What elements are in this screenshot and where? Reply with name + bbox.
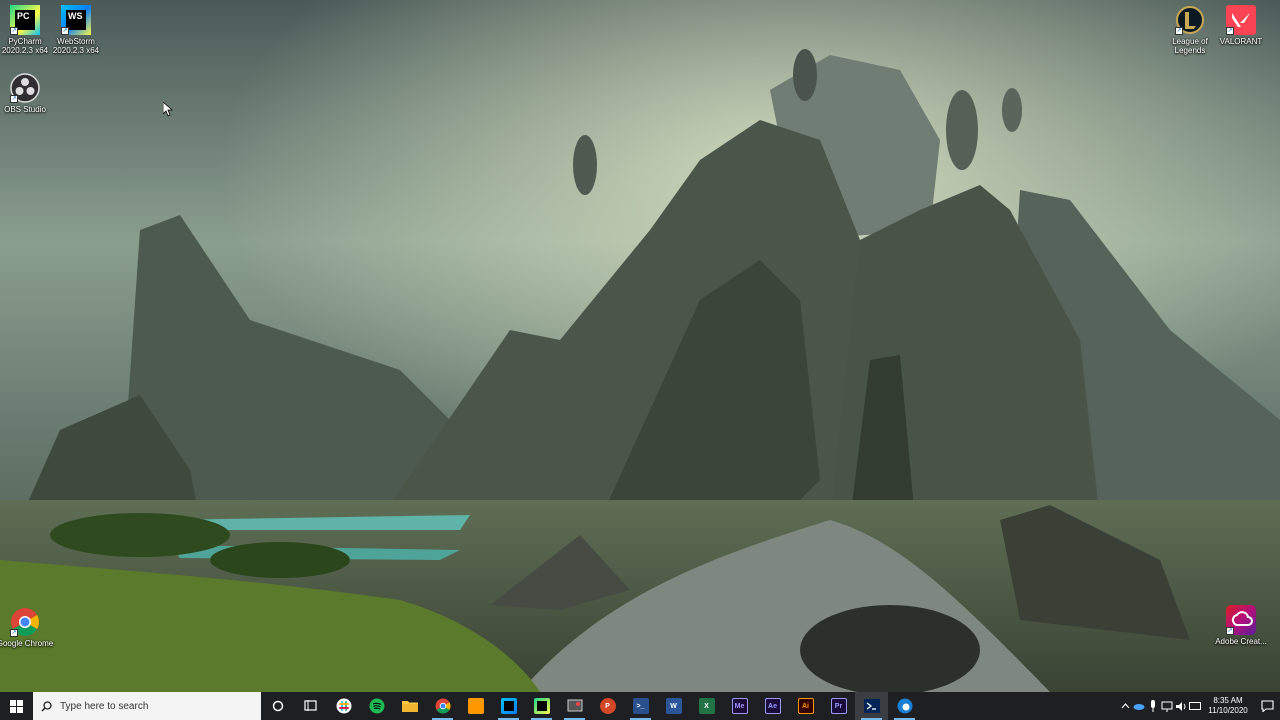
taskbar-app-spotify[interactable] xyxy=(360,692,393,720)
desktop-icon-pycharm[interactable]: PC ↗ PyCharm 2020.2.3 x64 xyxy=(0,5,54,55)
onedrive-tray-button[interactable] xyxy=(1132,692,1146,720)
word-icon: W xyxy=(665,698,682,714)
task-view-button[interactable] xyxy=(294,692,327,720)
taskbar-app-edge[interactable] xyxy=(888,692,921,720)
cortana-circle-icon xyxy=(272,700,283,712)
powershell-icon: >_ xyxy=(632,698,649,714)
search-placeholder: Type here to search xyxy=(60,700,149,712)
taskbar-app-powershell[interactable]: >_ xyxy=(624,692,657,720)
start-button[interactable] xyxy=(0,692,33,720)
chevron-up-icon xyxy=(1121,703,1129,709)
shortcut-arrow-icon: ↗ xyxy=(61,27,69,35)
desktop-wallpaper xyxy=(0,0,1280,692)
desktop-icon-label: WebStorm 2020.2.3 x64 xyxy=(52,37,100,55)
snipping-tool-icon xyxy=(567,699,582,712)
taskbar: Type here to search P >_ W X Me Ae Ai Pr… xyxy=(0,692,1280,720)
chrome-icon xyxy=(435,698,450,714)
keyboard-icon xyxy=(1189,702,1201,710)
microphone-icon xyxy=(1151,700,1155,712)
taskbar-app-illustrator[interactable]: Ai xyxy=(789,692,822,720)
clock-date: 11/10/2020 xyxy=(1208,706,1248,715)
taskbar-app-after-effects[interactable]: Ae xyxy=(756,692,789,720)
league-icon: ↗ xyxy=(1175,5,1205,35)
excel-icon: X xyxy=(698,698,715,714)
media-encoder-icon: Me xyxy=(731,698,748,714)
volume-tray-button[interactable] xyxy=(1174,692,1188,720)
taskbar-app-media-encoder[interactable]: Me xyxy=(723,692,756,720)
taskbar-app-powershell-2[interactable] xyxy=(855,692,888,720)
obs-icon: ↗ xyxy=(10,73,40,103)
pycharm-icon xyxy=(533,698,550,714)
spotify-icon xyxy=(369,698,384,714)
desktop-icon-google-chrome[interactable]: ↗ Google Chrome xyxy=(0,607,54,648)
premiere-pro-icon: Pr xyxy=(830,698,847,714)
taskbar-clock[interactable]: 8:35 AM 11/10/2020 xyxy=(1202,696,1254,716)
notification-icon xyxy=(1260,700,1274,712)
taskbar-app-slack[interactable] xyxy=(327,692,360,720)
shortcut-arrow-icon: ↗ xyxy=(10,629,18,637)
search-icon xyxy=(41,700,52,712)
edge-icon xyxy=(897,698,912,714)
desktop-icon-label: Google Chrome xyxy=(0,639,54,648)
cloud-icon xyxy=(1133,704,1145,710)
chrome-icon: ↗ xyxy=(10,607,40,637)
desktop-icon-label: VALORANT xyxy=(1219,37,1263,46)
taskbar-app-webstorm[interactable] xyxy=(492,692,525,720)
desktop-icon-label: League of Legends xyxy=(1172,37,1208,55)
action-center-button[interactable] xyxy=(1254,692,1280,720)
desktop-icon-obs[interactable]: ↗ OBS Studio xyxy=(0,73,54,114)
network-icon xyxy=(1161,701,1173,712)
desktop-icon-label: PyCharm 2020.2.3 x64 xyxy=(1,37,49,55)
taskbar-app-snipping[interactable] xyxy=(558,692,591,720)
desktop-icon-adobe-creative-cloud[interactable]: ↗ Adobe Creat... xyxy=(1212,605,1270,646)
input-language-button[interactable] xyxy=(1188,692,1202,720)
folder-icon xyxy=(401,701,418,712)
task-view-icon xyxy=(304,700,317,711)
taskbar-app-premiere-pro[interactable]: Pr xyxy=(822,692,855,720)
taskbar-app-pycharm[interactable] xyxy=(525,692,558,720)
cortana-button[interactable] xyxy=(261,692,294,720)
desktop-icon-label: OBS Studio xyxy=(4,105,46,114)
microphone-tray-button[interactable] xyxy=(1146,692,1160,720)
network-tray-button[interactable] xyxy=(1160,692,1174,720)
shortcut-arrow-icon: ↗ xyxy=(1226,627,1234,635)
adobe-cc-icon: ↗ xyxy=(1226,605,1256,635)
desktop-icon-league-of-legends[interactable]: ↗ League of Legends xyxy=(1161,5,1219,55)
desktop-icon-webstorm[interactable]: WS ↗ WebStorm 2020.2.3 x64 xyxy=(47,5,105,55)
desktop-icon-valorant[interactable]: ↗ VALORANT xyxy=(1212,5,1270,46)
taskbar-app-sublime[interactable] xyxy=(459,692,492,720)
powerpoint-icon: P xyxy=(599,698,616,714)
shortcut-arrow-icon: ↗ xyxy=(1175,27,1183,35)
shortcut-arrow-icon: ↗ xyxy=(10,27,18,35)
webstorm-icon: WS ↗ xyxy=(61,5,91,35)
clock-time: 8:35 AM xyxy=(1213,696,1243,705)
taskbar-search-box[interactable]: Type here to search xyxy=(33,692,261,720)
after-effects-icon: Ae xyxy=(764,698,781,714)
shortcut-arrow-icon: ↗ xyxy=(1226,27,1234,35)
shortcut-arrow-icon: ↗ xyxy=(10,95,18,103)
sublime-text-icon xyxy=(467,698,484,714)
windows-logo-icon xyxy=(10,699,23,713)
taskbar-app-word[interactable]: W xyxy=(657,692,690,720)
show-hidden-icons-button[interactable] xyxy=(1118,692,1132,720)
system-tray: 8:35 AM 11/10/2020 xyxy=(1118,692,1280,720)
webstorm-icon xyxy=(500,698,517,714)
desktop-icon-label: Adobe Creat... xyxy=(1215,637,1267,646)
terminal-icon xyxy=(863,699,880,713)
taskbar-app-powerpoint[interactable]: P xyxy=(591,692,624,720)
pycharm-icon: PC ↗ xyxy=(10,5,40,35)
taskbar-app-file-explorer[interactable] xyxy=(393,692,426,720)
speaker-icon xyxy=(1176,701,1186,711)
mouse-cursor-icon xyxy=(163,102,173,117)
valorant-icon: ↗ xyxy=(1226,5,1256,35)
illustrator-icon: Ai xyxy=(797,698,814,714)
taskbar-app-excel[interactable]: X xyxy=(690,692,723,720)
taskbar-app-chrome[interactable] xyxy=(426,692,459,720)
slack-icon xyxy=(336,698,351,714)
